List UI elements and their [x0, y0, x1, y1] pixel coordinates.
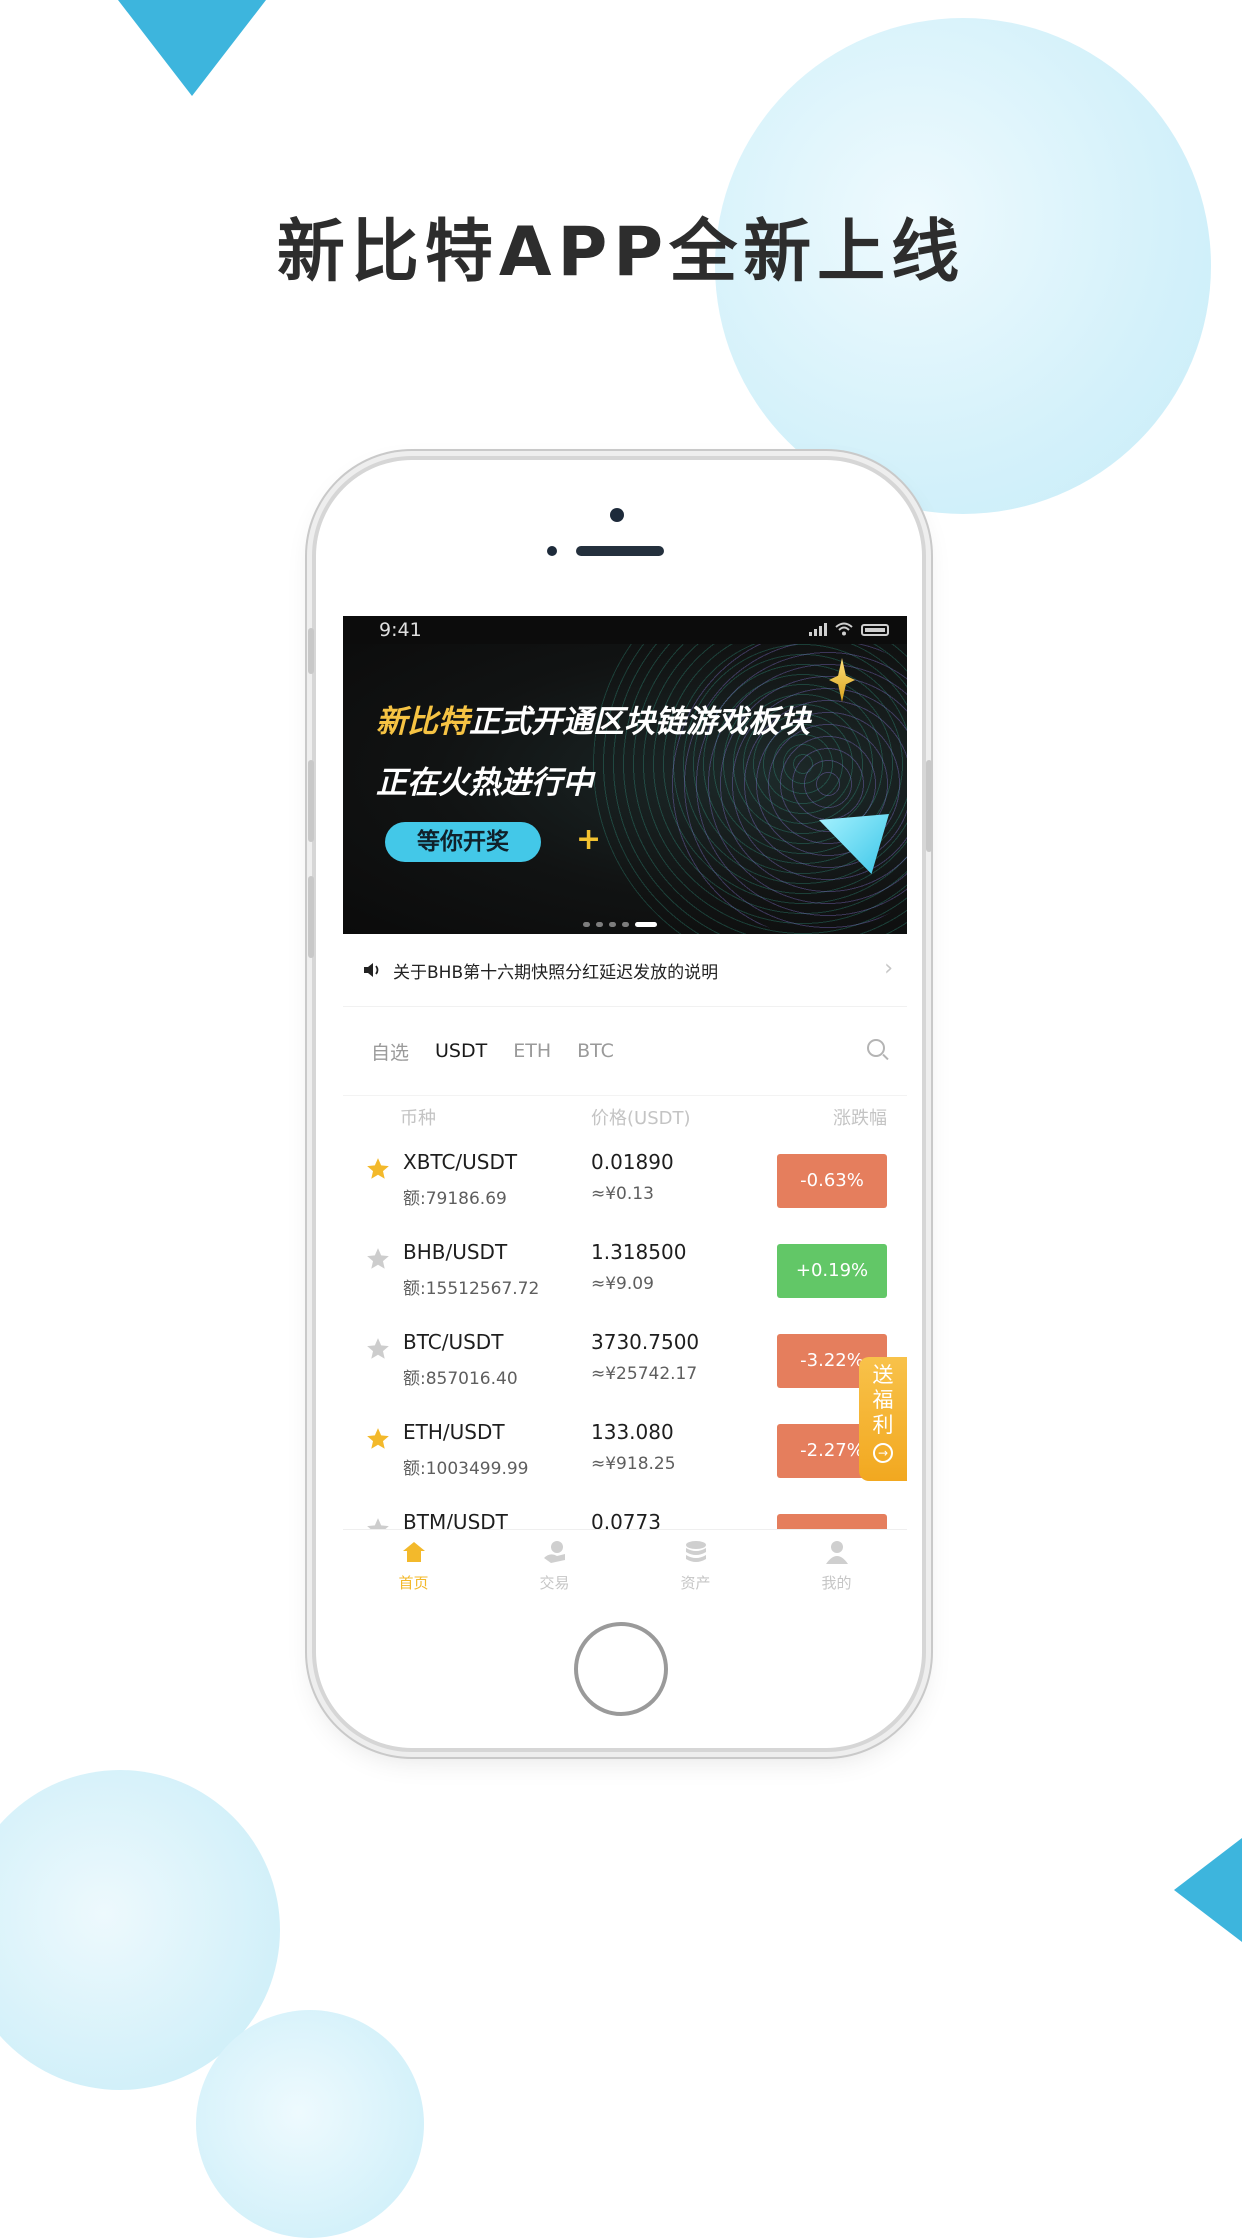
- market-tabs: 自选 USDT ETH BTC: [343, 1007, 907, 1096]
- user-icon: [825, 1541, 848, 1564]
- row-price: 133.080: [591, 1420, 674, 1444]
- banner-cta-button[interactable]: 等你开奖: [385, 822, 541, 862]
- row-pair: XBTC/USDT: [403, 1150, 518, 1174]
- speaker-icon: [364, 963, 379, 977]
- phone-camera: [610, 508, 624, 522]
- phone-home-button[interactable]: [574, 1622, 668, 1716]
- tabbar-mine[interactable]: 我的: [766, 1530, 907, 1606]
- row-volume: 额:15512567.72: [403, 1279, 540, 1299]
- phone-speaker: [576, 546, 664, 556]
- banner-dot[interactable]: [622, 922, 629, 927]
- notice-text: 关于BHB第十六期快照分红延迟发放的说明: [393, 962, 719, 983]
- tabbar-mine-label: 我的: [821, 1574, 852, 1592]
- welfare-char: 送: [872, 1363, 894, 1387]
- welfare-char: 利: [872, 1413, 894, 1437]
- banner-dot[interactable]: [609, 922, 616, 927]
- bottom-tab-bar: 首页 交易 资产 我的: [343, 1529, 907, 1606]
- row-price: 3730.7500: [591, 1330, 700, 1354]
- row-price: 1.318500: [591, 1240, 687, 1264]
- tabbar-home-label: 首页: [398, 1574, 429, 1592]
- promo-banner[interactable]: 新比特正式开通区块链游戏板块 正在火热进行中 等你开奖 +: [343, 644, 907, 934]
- phone-volume-down: [308, 876, 314, 958]
- banner-headline: 新比特正式开通区块链游戏板块: [376, 696, 810, 741]
- phone-mute-switch: [308, 628, 314, 674]
- banner-headline-rest: 正式开通区块链游戏板块: [469, 704, 810, 740]
- banner-headline-highlight: 新比特: [376, 704, 469, 740]
- market-row[interactable]: BTC/USDT 额:857016.40 3730.7500 ≈¥25742.1…: [343, 1318, 907, 1408]
- star-icon[interactable]: [365, 1246, 391, 1272]
- banner-dot-active[interactable]: [635, 922, 657, 927]
- row-pair: BHB/USDT: [403, 1240, 508, 1264]
- market-row[interactable]: ETH/USDT 额:1003499.99 133.080 ≈¥918.25 -…: [343, 1408, 907, 1498]
- row-cny: ≈¥25742.17: [591, 1364, 698, 1384]
- banner-subline: 正在火热进行中: [376, 765, 593, 801]
- tabbar-home[interactable]: 首页: [343, 1530, 484, 1606]
- battery-icon: [861, 624, 889, 636]
- decor-triangle-right: [1174, 1838, 1242, 1942]
- arrow-right-circle-icon: →: [873, 1443, 893, 1463]
- row-price: 0.01890: [591, 1150, 674, 1174]
- search-icon[interactable]: [867, 1039, 885, 1057]
- row-change-badge: +0.19%: [777, 1244, 887, 1298]
- tab-usdt[interactable]: USDT: [435, 1040, 487, 1062]
- market-table-header: 币种 价格(USDT) 涨跌幅: [343, 1096, 907, 1138]
- app-screen: 9:41 新比特正式开通区块链游戏板块 正在火热进行中 等你开奖 + 关于BHB…: [343, 616, 907, 1606]
- tabbar-assets-label: 资产: [680, 1574, 711, 1592]
- assets-icon: [685, 1541, 706, 1562]
- banner-dot[interactable]: [583, 922, 590, 927]
- header-price: 价格(USDT): [591, 1108, 691, 1129]
- phone-volume-up: [308, 760, 314, 842]
- tab-eth[interactable]: ETH: [513, 1040, 551, 1062]
- trade-icon: [543, 1541, 565, 1563]
- wifi-icon: [835, 622, 853, 636]
- star-icon[interactable]: [365, 1336, 391, 1362]
- status-time: 9:41: [379, 619, 422, 641]
- decor-triangle-top: [118, 0, 266, 96]
- decor-circle-bottom-left-small: [196, 2010, 424, 2238]
- market-list: XBTC/USDT 额:79186.69 0.01890 ≈¥0.13 -0.6…: [343, 1138, 907, 1588]
- phone-power-button: [926, 760, 932, 852]
- banner-dot[interactable]: [596, 922, 603, 927]
- row-volume: 额:857016.40: [403, 1369, 518, 1389]
- row-pair: ETH/USDT: [403, 1420, 505, 1444]
- market-row[interactable]: BHB/USDT 额:15512567.72 1.318500 ≈¥9.09 +…: [343, 1228, 907, 1318]
- chevron-right-icon: ›: [884, 956, 893, 981]
- tabbar-trade-label: 交易: [539, 1574, 570, 1592]
- status-icons: [809, 622, 889, 636]
- row-cny: ≈¥918.25: [591, 1454, 676, 1474]
- welfare-char: 福: [872, 1388, 894, 1412]
- tab-favorites[interactable]: 自选: [371, 1038, 409, 1065]
- row-pair: BTC/USDT: [403, 1330, 504, 1354]
- market-row[interactable]: XBTC/USDT 额:79186.69 0.01890 ≈¥0.13 -0.6…: [343, 1138, 907, 1228]
- header-change[interactable]: 涨跌幅: [833, 1104, 887, 1130]
- header-coin: 币种: [400, 1108, 436, 1129]
- banner-pagination: [583, 922, 657, 927]
- row-volume: 额:79186.69: [403, 1189, 507, 1209]
- notice-bar[interactable]: 关于BHB第十六期快照分红延迟发放的说明 ›: [343, 934, 907, 1007]
- tabbar-trade[interactable]: 交易: [484, 1530, 625, 1606]
- page-headline: 新比特APP全新上线: [276, 213, 966, 292]
- phone-sensor: [547, 546, 557, 556]
- signal-icon: [809, 622, 827, 636]
- tab-btc[interactable]: BTC: [577, 1040, 614, 1062]
- status-bar: 9:41: [343, 616, 907, 644]
- home-icon: [402, 1542, 425, 1562]
- banner-plus-icon: +: [576, 822, 602, 857]
- row-volume: 额:1003499.99: [403, 1459, 529, 1479]
- row-change-badge: -0.63%: [777, 1154, 887, 1208]
- star-icon[interactable]: [365, 1156, 391, 1182]
- row-cny: ≈¥9.09: [591, 1274, 654, 1294]
- star-icon[interactable]: [365, 1426, 391, 1452]
- welfare-float-button[interactable]: 送 福 利 →: [859, 1357, 907, 1481]
- tabbar-assets[interactable]: 资产: [625, 1530, 766, 1606]
- row-cny: ≈¥0.13: [591, 1184, 654, 1204]
